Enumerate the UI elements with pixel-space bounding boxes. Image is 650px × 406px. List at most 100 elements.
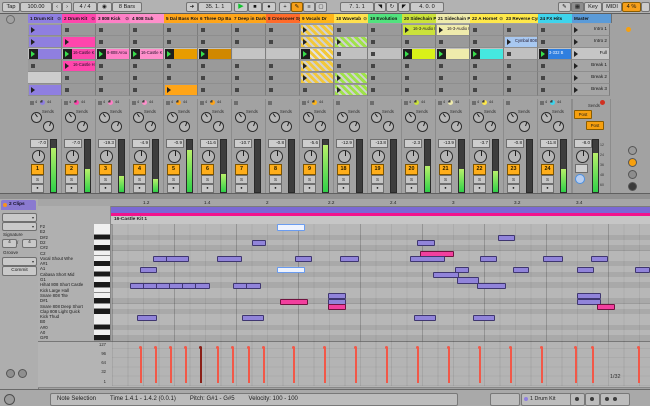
clip-stop-button[interactable] — [65, 87, 69, 92]
clip-stop-mini[interactable] — [166, 101, 170, 105]
clip-slot[interactable] — [538, 60, 572, 72]
clip-slot[interactable] — [130, 24, 164, 36]
clip-stop-button[interactable] — [439, 75, 443, 80]
pan-knob[interactable] — [236, 150, 249, 163]
midi-note[interactable] — [433, 272, 459, 279]
clip-stop-button[interactable] — [269, 75, 273, 80]
pan-knob[interactable] — [508, 150, 521, 163]
clip-slot[interactable] — [266, 48, 300, 60]
clip-slot[interactable] — [28, 72, 62, 84]
midi-note[interactable] — [340, 256, 359, 263]
clip-stop-button[interactable] — [133, 27, 137, 32]
clip-slot[interactable] — [164, 60, 198, 72]
session-clip[interactable] — [164, 84, 197, 95]
midi-note[interactable] — [417, 240, 435, 247]
pan-knob[interactable] — [66, 150, 79, 163]
clip-launch-button[interactable] — [63, 61, 72, 71]
clip-slot[interactable] — [198, 72, 232, 84]
clip-slot[interactable] — [470, 72, 504, 84]
clip-slot[interactable] — [436, 72, 470, 84]
clip-slot[interactable] — [232, 84, 266, 96]
velocity-stem[interactable] — [324, 347, 326, 383]
punch-out-button[interactable]: ◤ — [398, 1, 410, 12]
velocity-stem[interactable] — [575, 347, 577, 383]
solo-button[interactable]: S — [31, 175, 44, 184]
send-a-knob[interactable] — [439, 112, 450, 123]
clip-stop-button[interactable] — [99, 75, 103, 80]
send-b-knob[interactable] — [111, 121, 122, 132]
clip-stop-button[interactable] — [541, 63, 545, 68]
clip-stop-button[interactable] — [133, 39, 137, 44]
track-activator-button[interactable]: 22 — [473, 164, 486, 175]
pan-knob[interactable] — [372, 150, 385, 163]
clip-stop-button[interactable] — [235, 39, 239, 44]
clip-stop-mini[interactable] — [506, 101, 510, 105]
track-header[interactable]: 18 Wavetab ⊙ — [334, 14, 370, 23]
clip-slot[interactable] — [62, 72, 96, 84]
arm-button[interactable]: ● — [439, 184, 452, 193]
midi-note[interactable] — [480, 256, 497, 263]
clip-quantize-select[interactable]: ▾ — [2, 222, 37, 231]
solo-button[interactable]: S — [167, 175, 180, 184]
solo-button[interactable]: S — [303, 175, 316, 184]
session-clip[interactable] — [300, 36, 333, 47]
send-a-knob[interactable] — [337, 112, 348, 123]
session-clip[interactable] — [334, 36, 367, 47]
volume-display[interactable]: -13.9 — [438, 139, 456, 148]
signature-denominator[interactable]: 4 — [22, 239, 37, 248]
clip-stop-button[interactable] — [371, 87, 375, 92]
clip-stop-button[interactable] — [269, 39, 273, 44]
clip-slot[interactable] — [402, 48, 436, 60]
clip-slot[interactable] — [96, 24, 130, 36]
track-activator-button[interactable]: 19 — [371, 164, 384, 175]
clip-slot[interactable] — [470, 60, 504, 72]
session-clip[interactable] — [300, 48, 333, 59]
clip-stop-mini[interactable] — [472, 101, 476, 105]
clip-stop-button[interactable] — [337, 63, 341, 68]
clip-launch-button[interactable] — [301, 25, 310, 35]
session-clip[interactable] — [300, 72, 333, 83]
solo-button[interactable]: S — [65, 175, 78, 184]
clip-stop-button[interactable] — [473, 75, 477, 80]
midi-note[interactable] — [242, 314, 264, 321]
reenable-automation-button[interactable]: ≡ — [303, 1, 315, 12]
clip-stop-mini[interactable] — [404, 101, 408, 105]
clip-slot[interactable] — [504, 72, 538, 84]
midi-note[interactable] — [166, 256, 189, 263]
clip-stop-button[interactable] — [439, 63, 443, 68]
clip-launch-button[interactable] — [300, 48, 310, 59]
scene-slot[interactable]: Intro 2 — [572, 36, 610, 48]
send-b-knob[interactable] — [179, 121, 190, 132]
clip-stop-button[interactable] — [201, 87, 205, 92]
clip-slot[interactable] — [62, 84, 96, 96]
clip-slot[interactable] — [164, 48, 198, 60]
midi-note[interactable] — [217, 256, 242, 263]
scene-slot[interactable]: Full — [572, 48, 610, 60]
clip-slot[interactable] — [232, 36, 266, 48]
velocity-stem[interactable] — [638, 347, 640, 383]
pan-knob[interactable] — [168, 150, 181, 163]
session-clip[interactable] — [300, 60, 333, 71]
clip-stop-button[interactable] — [541, 27, 545, 32]
clip-slot[interactable] — [28, 84, 62, 96]
computer-midi-keyboard-icon[interactable]: ▦ — [571, 1, 584, 12]
clip-stop-button[interactable] — [439, 39, 443, 44]
solo-button[interactable]: S — [133, 175, 146, 184]
clip-slot[interactable]: 16-3-Audio 000 — [402, 24, 436, 36]
session-clip[interactable] — [62, 36, 95, 47]
arm-button[interactable]: ● — [371, 184, 384, 193]
clip-slot[interactable] — [436, 36, 470, 48]
scene-slot[interactable]: Break 2 — [572, 72, 610, 84]
clip-stop-mini[interactable] — [64, 101, 68, 105]
session-clip[interactable] — [300, 24, 333, 35]
midi-note[interactable] — [295, 256, 312, 263]
clip-slot[interactable] — [266, 72, 300, 84]
clip-slot[interactable] — [368, 72, 402, 84]
send-a-knob[interactable] — [65, 112, 76, 123]
velocity-stem[interactable] — [232, 347, 234, 383]
clip-stop-mini[interactable] — [98, 101, 102, 105]
clip-stop-button[interactable] — [439, 87, 443, 92]
clip-stop-button[interactable] — [65, 27, 69, 32]
send-a-knob[interactable] — [167, 112, 178, 123]
midi-note[interactable] — [498, 235, 515, 242]
